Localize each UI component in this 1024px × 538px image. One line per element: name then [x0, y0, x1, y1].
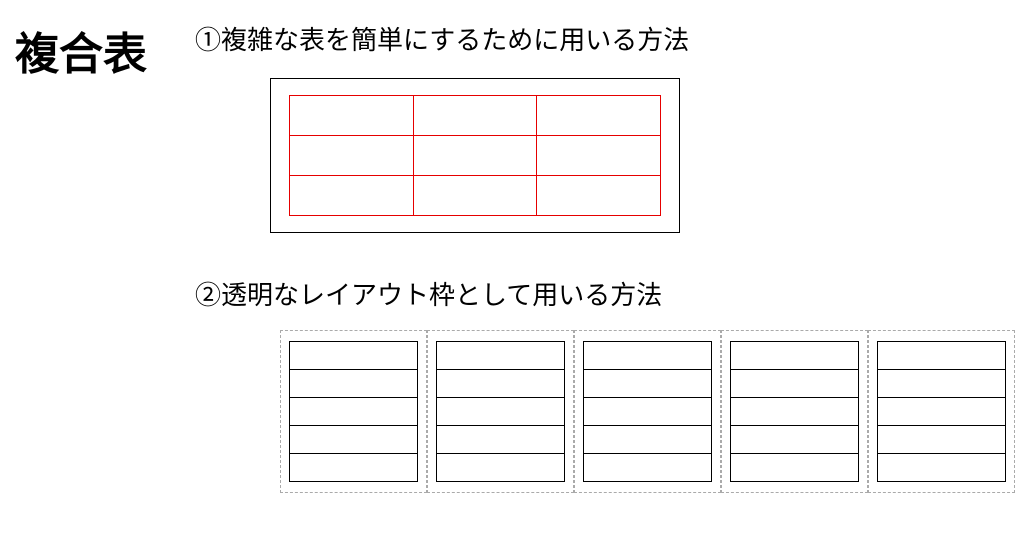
- table-cell: [537, 176, 661, 216]
- dashed-frame-cell: [721, 330, 868, 493]
- table-row: [437, 454, 565, 482]
- table-cell: [413, 136, 537, 176]
- table-row: [290, 454, 418, 482]
- table-cell: [878, 370, 1006, 398]
- table-row: [584, 370, 712, 398]
- table-row: [290, 176, 661, 216]
- table-cell: [437, 342, 565, 370]
- table-cell: [584, 370, 712, 398]
- table-cell: [878, 426, 1006, 454]
- table-cell: [731, 398, 859, 426]
- description-2: ②透明なレイアウト枠として用いる方法: [195, 275, 662, 312]
- inner-table: [436, 341, 565, 482]
- table-row: [437, 370, 565, 398]
- table-cell: [290, 96, 414, 136]
- table-row: [290, 136, 661, 176]
- table-row: [290, 342, 418, 370]
- table-row: [731, 398, 859, 426]
- table-row: [290, 96, 661, 136]
- table-cell: [878, 398, 1006, 426]
- table-cell: [413, 96, 537, 136]
- table-row: [584, 454, 712, 482]
- table-cell: [731, 426, 859, 454]
- table-row: [437, 342, 565, 370]
- dashed-frame-cell: [427, 330, 574, 493]
- dashed-frame-cell: [868, 330, 1015, 493]
- example-1-outer-box: [270, 78, 680, 233]
- table-cell: [731, 454, 859, 482]
- table-row: [878, 342, 1006, 370]
- table-cell: [437, 398, 565, 426]
- table-cell: [437, 370, 565, 398]
- table-row: [584, 342, 712, 370]
- table-cell: [413, 176, 537, 216]
- table-cell: [437, 426, 565, 454]
- table-row: [437, 398, 565, 426]
- table-cell: [290, 136, 414, 176]
- inner-table: [730, 341, 859, 482]
- table-cell: [290, 342, 418, 370]
- page-title: 複合表: [15, 18, 147, 82]
- table-row: [731, 454, 859, 482]
- table-cell: [437, 454, 565, 482]
- table-cell: [584, 426, 712, 454]
- table-cell: [731, 342, 859, 370]
- table-cell: [537, 136, 661, 176]
- table-row: [878, 398, 1006, 426]
- table-row: [584, 426, 712, 454]
- dashed-frame-cell: [574, 330, 721, 493]
- table-cell: [584, 398, 712, 426]
- table-cell: [584, 342, 712, 370]
- table-cell: [584, 454, 712, 482]
- table-row: [878, 454, 1006, 482]
- table-cell: [290, 426, 418, 454]
- table-row: [878, 370, 1006, 398]
- table-cell: [290, 398, 418, 426]
- table-row: [584, 398, 712, 426]
- table-row: [290, 426, 418, 454]
- description-1: ①複雑な表を簡単にするために用いる方法: [195, 20, 689, 57]
- table-cell: [290, 454, 418, 482]
- table-cell: [537, 96, 661, 136]
- table-cell: [290, 176, 414, 216]
- table-row: [731, 342, 859, 370]
- table-cell: [878, 342, 1006, 370]
- inner-table: [583, 341, 712, 482]
- table-row: [290, 370, 418, 398]
- dashed-frame-cell: [280, 330, 427, 493]
- table-cell: [731, 370, 859, 398]
- example-1-inner-table: [289, 95, 661, 216]
- table-row: [290, 398, 418, 426]
- table-row: [731, 370, 859, 398]
- table-row: [878, 426, 1006, 454]
- table-cell: [290, 370, 418, 398]
- table-row: [731, 426, 859, 454]
- inner-table: [289, 341, 418, 482]
- table-row: [437, 426, 565, 454]
- table-cell: [878, 454, 1006, 482]
- inner-table: [877, 341, 1006, 482]
- example-2-container: [280, 330, 1015, 493]
